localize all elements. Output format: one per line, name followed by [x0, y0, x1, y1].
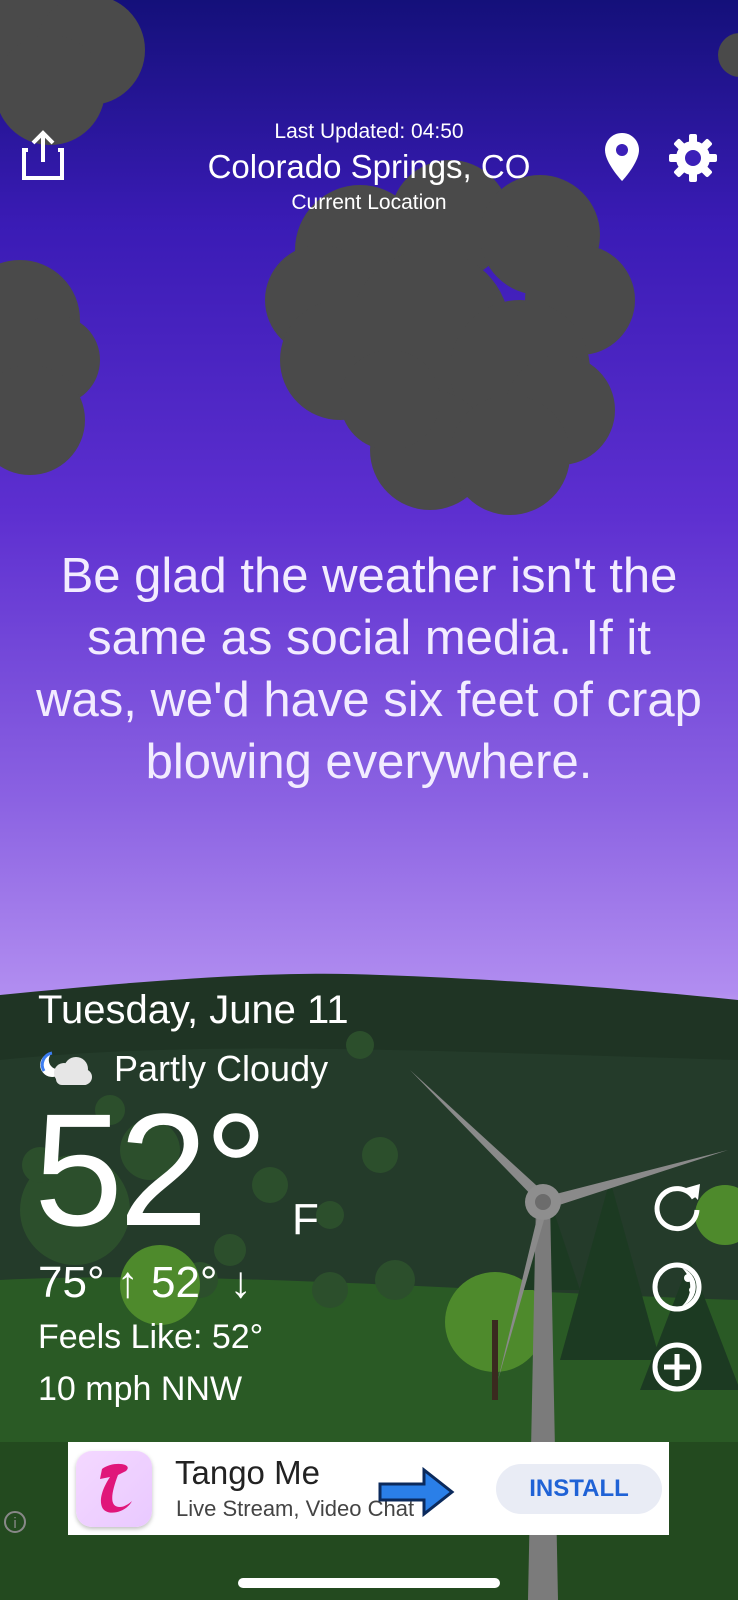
arrow-right-icon	[378, 1466, 455, 1518]
ad-info-icon[interactable]: i	[4, 1511, 26, 1533]
install-button[interactable]: INSTALL	[496, 1464, 662, 1514]
temperature-unit[interactable]: F	[292, 1195, 319, 1245]
feels-like: Feels Like: 52°	[38, 1318, 264, 1356]
location-pin-icon[interactable]	[604, 133, 640, 183]
date-label: Tuesday, June 11	[38, 988, 349, 1032]
moon-phase-icon[interactable]	[650, 1260, 704, 1314]
temperature: 52°	[34, 1080, 268, 1259]
gear-icon[interactable]	[668, 133, 718, 183]
weather-quote: Be glad the weather isn't the same as so…	[36, 549, 702, 789]
weather-scene	[0, 0, 738, 1600]
plus-circle-icon[interactable]	[650, 1340, 704, 1394]
share-icon[interactable]	[20, 130, 66, 182]
refresh-icon[interactable]	[650, 1180, 704, 1234]
ad-app-name: Tango Me	[175, 1454, 320, 1491]
current-location-label: Current Location	[291, 191, 447, 214]
tango-logo-icon[interactable]	[76, 1451, 152, 1527]
cloud-right-edge	[718, 33, 738, 77]
high-low-temperature: 75° ↑ 52° ↓	[38, 1258, 252, 1307]
cloud-left	[0, 260, 100, 475]
wind-speed: 10 mph NNW	[38, 1370, 243, 1408]
tree-trunk	[492, 1320, 498, 1400]
home-indicator[interactable]	[238, 1578, 500, 1588]
ad-banner[interactable]: Tango Me Live Stream, Video Chat INSTALL	[68, 1442, 669, 1535]
